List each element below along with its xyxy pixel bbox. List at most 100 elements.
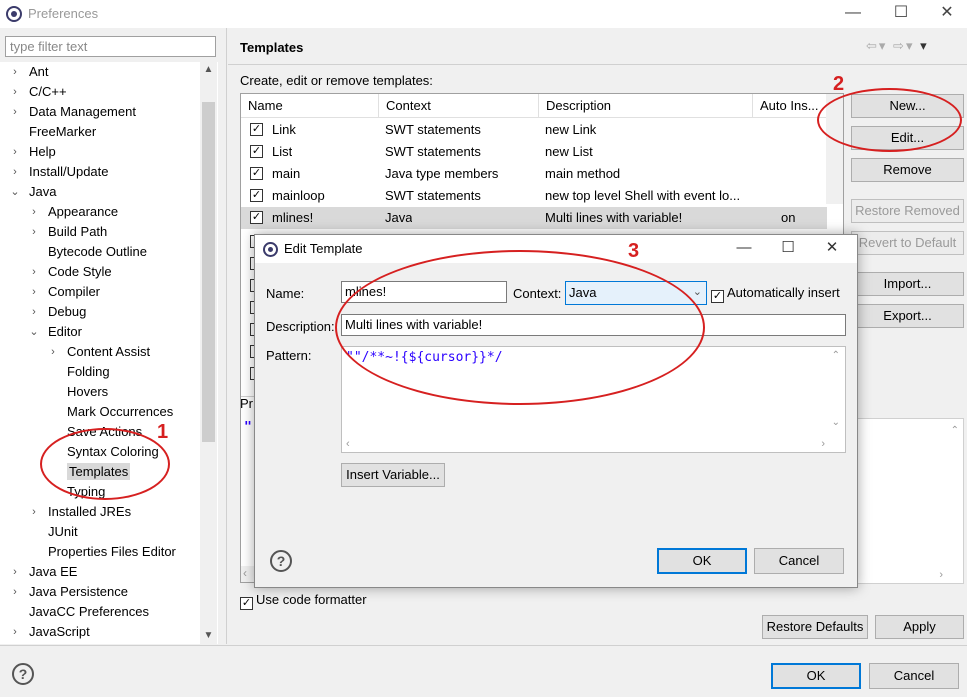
collapse-arrow-icon[interactable]: › [10,582,20,602]
restore-defaults-button[interactable]: Restore Defaults [762,615,868,639]
checkbox-checked-icon[interactable]: ✓ [711,290,724,303]
scroll-down-icon[interactable]: ▼ [200,630,217,641]
column-header-context[interactable]: Context [379,94,539,118]
column-header-description[interactable]: Description [539,94,753,118]
tree-item[interactable]: › Content Assist [48,342,150,362]
column-header-auto-insert[interactable]: Auto Ins... [753,94,827,118]
collapse-arrow-icon[interactable]: › [29,222,39,242]
view-menu-icon[interactable]: ▾ [920,38,929,53]
table-vertical-scrollbar[interactable] [826,94,843,204]
import-button[interactable]: Import... [851,272,964,296]
scroll-up-icon[interactable]: ⌃ [832,350,840,361]
collapse-arrow-icon[interactable]: › [10,102,20,122]
tree-item[interactable]: › Java EE [10,562,77,582]
tree-item[interactable]: ⌄ Java [10,182,56,202]
remove-button[interactable]: Remove [851,158,964,182]
collapse-arrow-icon[interactable]: › [10,162,20,182]
scroll-thumb[interactable] [202,102,215,442]
tree-item[interactable]: › Install/Update [10,162,108,182]
collapse-arrow-icon[interactable]: › [10,142,20,162]
maximize-icon[interactable]: ☐ [765,235,811,263]
scroll-down-icon[interactable]: ⌄ [832,417,840,428]
export-button[interactable]: Export... [851,304,964,328]
collapse-arrow-icon[interactable]: › [29,282,39,302]
collapse-arrow-icon[interactable]: › [10,82,20,102]
cancel-button[interactable]: Cancel [869,663,959,689]
collapse-arrow-icon[interactable]: › [48,342,58,362]
table-row[interactable]: ✓ List SWT statements new List [241,141,827,163]
row-checkbox[interactable]: ✓ [250,189,263,202]
apply-button[interactable]: Apply [875,615,964,639]
insert-variable-button[interactable]: Insert Variable... [341,463,445,487]
tree-item[interactable]: › Ant [10,62,48,82]
collapse-arrow-icon[interactable]: › [29,262,39,282]
tree-item[interactable]: Save Actions [48,422,142,442]
tree-item[interactable]: Hovers [48,382,108,402]
pane-divider[interactable] [226,28,227,644]
maximize-icon[interactable]: ☐ [878,0,924,28]
filter-input[interactable]: type filter text [5,36,216,57]
close-icon[interactable]: ✕ [809,235,855,263]
edit-button[interactable]: Edit... [851,126,964,150]
table-row[interactable]: ✓ Link SWT statements new Link [241,119,827,141]
minimize-icon[interactable]: — [721,235,767,263]
forward-icon[interactable]: ⇨▾ [893,38,914,53]
collapse-arrow-icon[interactable]: › [29,302,39,322]
tree-item[interactable]: › Help [10,142,56,162]
tree-item[interactable]: Templates [48,462,131,482]
row-checkbox[interactable]: ✓ [250,145,263,158]
tree-item[interactable]: FreeMarker [10,122,96,142]
help-icon[interactable]: ? [270,550,292,572]
tree-scrollbar[interactable]: ▲ ▼ [200,62,217,644]
tree-item[interactable]: Bytecode Outline [29,242,147,262]
tree-item[interactable]: › Appearance [29,202,118,222]
collapse-arrow-icon[interactable]: › [29,202,39,222]
row-checkbox[interactable]: ✓ [250,123,263,136]
back-icon[interactable]: ⇦▾ [866,38,887,53]
tree-item[interactable]: Syntax Coloring [48,442,159,462]
tree-item[interactable]: › Data Management [10,102,136,122]
new-button[interactable]: New... [851,94,964,118]
name-field[interactable]: mlines! [341,281,507,303]
tree-item[interactable]: Properties Files Editor [29,542,176,562]
row-checkbox[interactable]: ✓ [250,167,263,180]
dialog-ok-button[interactable]: OK [657,548,747,574]
automatically-insert-checkbox[interactable]: ✓ Automatically insert [711,285,840,303]
expand-arrow-icon[interactable]: ⌄ [29,322,39,342]
close-icon[interactable]: ✕ [924,0,967,28]
help-icon[interactable]: ? [12,663,34,685]
checkbox-checked-icon[interactable]: ✓ [240,597,253,610]
tree-item[interactable]: › Compiler [29,282,100,302]
tree-item[interactable]: › Java Persistence [10,582,128,602]
expand-arrow-icon[interactable]: ⌄ [10,182,20,202]
description-field[interactable]: Multi lines with variable! [341,314,846,336]
tree-item[interactable]: › C/C++ [10,82,66,102]
tree-item[interactable]: JavaCC Preferences [10,602,149,622]
table-row[interactable]: ✓ mlines! Java Multi lines with variable! on [241,207,827,229]
collapse-arrow-icon[interactable]: › [10,622,20,642]
tree-item[interactable]: › Code Style [29,262,111,282]
column-header-name[interactable]: Name [241,94,379,118]
pattern-editor[interactable]: ""/**~!{${cursor}}*/ ⌃ ⌄ ‹ › [341,346,846,453]
dialog-cancel-button[interactable]: Cancel [754,548,844,574]
row-checkbox[interactable]: ✓ [250,211,263,224]
tree-item[interactable]: Folding [48,362,110,382]
scroll-left-icon[interactable]: ‹ [346,438,350,450]
scroll-left-icon[interactable]: ‹ [243,566,247,580]
scroll-up-icon[interactable]: ▲ [200,64,217,75]
scroll-up-icon[interactable]: ⌃ [951,425,959,436]
tree-item[interactable]: › Installed JREs [29,502,131,522]
collapse-arrow-icon[interactable]: › [29,502,39,522]
minimize-icon[interactable]: — [830,0,876,28]
table-row[interactable]: ✓ main Java type members main method [241,163,827,185]
table-row[interactable]: ✓ mainloop SWT statements new top level She… [241,185,827,207]
restore-removed-button[interactable]: Restore Removed [851,199,964,223]
tree-item[interactable]: JUnit [29,522,78,542]
tree-item[interactable]: › Build Path [29,222,107,242]
ok-button[interactable]: OK [771,663,861,689]
tree-item[interactable]: › Debug [29,302,86,322]
tree-item[interactable]: › JavaScript [10,622,90,642]
collapse-arrow-icon[interactable]: › [10,562,20,582]
revert-to-default-button[interactable]: Revert to Default [851,231,964,255]
scroll-right-icon[interactable]: › [939,569,943,581]
